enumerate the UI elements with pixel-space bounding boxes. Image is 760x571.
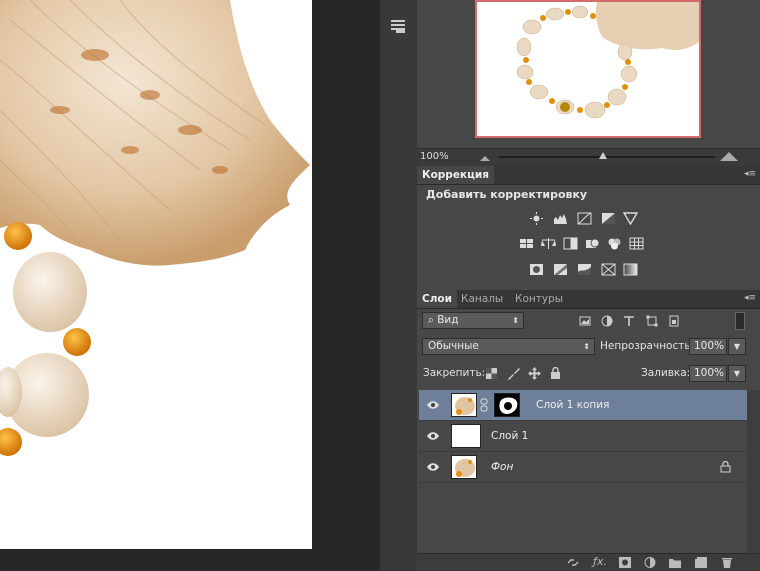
channel-mixer-icon[interactable] [607, 237, 622, 250]
layer-row[interactable]: Слой 1 [419, 421, 747, 452]
layers-footer: ƒx. [417, 553, 760, 571]
pixel-filter-icon[interactable] [579, 315, 591, 327]
layers-menu-icon[interactable]: ◂≡ [744, 293, 756, 303]
correction-title: Добавить корректировку [426, 188, 588, 201]
fill-dropdown-button[interactable]: ▼ [728, 365, 746, 382]
layers-scrollbar[interactable] [747, 390, 760, 553]
updown-arrow-icon: ⬍ [512, 316, 519, 325]
adjustment-filter-icon[interactable] [601, 315, 613, 327]
eye-icon[interactable] [427, 430, 439, 442]
layer-thumbnail[interactable] [451, 424, 481, 448]
tab-layers[interactable]: Слои [417, 290, 457, 308]
fill-label: Заливка: [641, 367, 691, 379]
link-layers-icon[interactable] [567, 557, 579, 568]
brightness-contrast-icon[interactable] [529, 212, 544, 225]
selective-color-icon[interactable] [601, 263, 616, 276]
levels-icon[interactable] [553, 212, 568, 225]
correction-tabbar: Коррекция ◂≡ [417, 166, 760, 185]
eye-icon[interactable] [427, 399, 439, 411]
layers-tabbar: Слои Каналы Контуры ◂≡ [417, 290, 760, 309]
lock-icon [720, 461, 731, 473]
collapsed-panel-strip [379, 0, 418, 570]
layer-row[interactable]: Слой 1 копия [419, 390, 747, 421]
posterize-icon[interactable] [553, 263, 568, 276]
zoom-slider-track[interactable] [499, 156, 715, 158]
black-white-icon[interactable] [563, 237, 578, 250]
layer-thumbnail[interactable] [451, 393, 477, 417]
hue-saturation-icon[interactable] [519, 237, 534, 250]
search-icon: ⌕ [428, 314, 438, 326]
lock-position-icon[interactable] [528, 367, 541, 380]
photo-filter-icon[interactable] [585, 237, 600, 250]
layers-panel: Слои Каналы Контуры ◂≡ ⌕ Вид ⬍ Обычные ⬍… [417, 290, 760, 571]
panel-menu-icon[interactable]: ◂≡ [744, 169, 756, 179]
document-canvas[interactable] [0, 0, 312, 549]
vibrance-icon[interactable] [623, 212, 638, 225]
opacity-label: Непрозрачность: [600, 340, 695, 352]
layer-row[interactable]: Фон [419, 452, 747, 483]
layer-name[interactable]: Слой 1 копия [536, 399, 609, 411]
exposure-icon[interactable] [601, 212, 616, 225]
opacity-dropdown-button[interactable]: ▼ [728, 338, 746, 355]
lock-image-icon[interactable] [507, 367, 520, 380]
tab-channels[interactable]: Каналы [456, 290, 508, 308]
lock-label: Закрепить: [423, 367, 486, 379]
canvas-area[interactable] [0, 0, 378, 570]
navigator-panel [417, 0, 760, 148]
updown-arrow-icon: ⬍ [583, 342, 590, 351]
navigator-zoom-bar: 100% [417, 148, 760, 167]
eye-icon[interactable] [427, 461, 439, 473]
layer-name[interactable]: Слой 1 [491, 430, 528, 442]
zoom-slider-thumb[interactable] [598, 152, 607, 159]
color-lookup-icon[interactable] [629, 237, 644, 250]
threshold-icon[interactable] [577, 263, 592, 276]
fill-input[interactable]: 100% [689, 365, 727, 382]
add-mask-icon[interactable] [619, 557, 631, 568]
smart-object-filter-icon[interactable] [668, 315, 680, 327]
shell-image [0, 0, 310, 456]
gradient-map-icon[interactable] [623, 263, 638, 276]
filter-toggle-switch[interactable] [735, 312, 745, 330]
type-filter-icon[interactable] [623, 315, 635, 327]
layer-filter-value: Вид [437, 314, 459, 326]
chain-link-icon[interactable] [480, 398, 488, 412]
layer-mask-thumbnail[interactable] [494, 393, 520, 417]
layer-name[interactable]: Фон [491, 461, 513, 473]
tab-paths[interactable]: Контуры [510, 290, 568, 308]
invert-icon[interactable] [529, 263, 544, 276]
fx-icon[interactable]: ƒx. [593, 555, 607, 568]
blend-mode-select[interactable]: Обычные ⬍ [422, 338, 595, 355]
new-group-icon[interactable] [669, 557, 681, 568]
blend-mode-value: Обычные [428, 340, 479, 352]
new-layer-icon[interactable] [695, 557, 707, 568]
new-adjustment-layer-icon[interactable] [644, 557, 656, 568]
shape-filter-icon[interactable] [646, 315, 658, 327]
zoom-out-icon[interactable] [479, 153, 491, 162]
layer-thumbnail[interactable] [451, 455, 477, 479]
history-panel-icon[interactable] [388, 16, 408, 36]
lock-transparent-icon[interactable] [486, 368, 497, 379]
navigator-thumbnail[interactable] [475, 0, 701, 138]
delete-layer-icon[interactable] [721, 557, 733, 568]
layer-filter-select[interactable]: ⌕ Вид ⬍ [422, 312, 524, 329]
opacity-input[interactable]: 100% [689, 338, 727, 355]
tab-correction[interactable]: Коррекция [417, 166, 494, 184]
color-balance-icon[interactable] [541, 237, 556, 250]
correction-panel: Коррекция ◂≡ Добавить корректировку [417, 166, 760, 288]
zoom-value[interactable]: 100% [420, 151, 449, 162]
curves-icon[interactable] [577, 212, 592, 225]
zoom-in-icon[interactable] [720, 151, 738, 162]
right-panels: 100% Коррекция ◂≡ Добавить корректировку [417, 0, 760, 571]
lock-all-icon[interactable] [550, 367, 561, 380]
